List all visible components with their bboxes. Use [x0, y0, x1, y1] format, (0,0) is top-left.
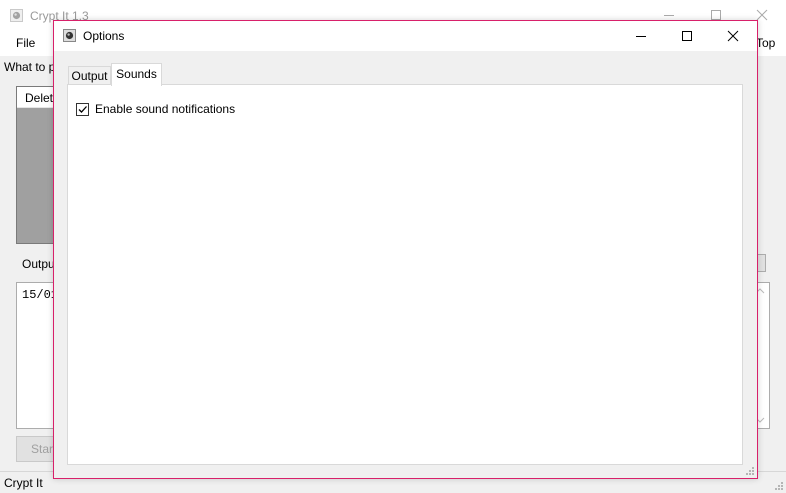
close-icon — [727, 30, 739, 42]
options-maximize-button[interactable] — [664, 21, 710, 51]
main-status-text: Crypt It — [4, 476, 43, 490]
options-title: Options — [83, 29, 125, 43]
tab-output[interactable]: Output — [68, 66, 111, 85]
sounds-tab-panel: Enable sound notifications — [67, 84, 743, 465]
app-icon — [63, 29, 76, 42]
enable-sound-notifications-checkbox[interactable] — [76, 102, 89, 116]
resize-grip-icon[interactable] — [774, 481, 784, 491]
app-icon — [10, 9, 23, 22]
options-titlebar[interactable]: Options — [54, 21, 757, 51]
minimize-icon — [636, 36, 646, 37]
checkmark-icon — [78, 105, 87, 113]
options-close-button[interactable] — [710, 21, 756, 51]
options-minimize-button[interactable] — [618, 21, 664, 51]
tab-sounds[interactable]: Sounds — [111, 63, 162, 86]
enable-sound-notifications-option[interactable]: Enable sound notifications — [76, 101, 235, 117]
maximize-icon — [682, 31, 692, 41]
enable-sound-notifications-label: Enable sound notifications — [95, 102, 236, 116]
resize-grip-icon[interactable] — [745, 466, 755, 476]
options-dialog: Options Output Sounds Enable sound notif… — [53, 20, 758, 479]
main-question-label: What to p — [4, 60, 56, 74]
list-column-header[interactable]: Delete — [17, 87, 60, 108]
menu-top[interactable]: Top — [756, 36, 775, 50]
menu-file[interactable]: File — [16, 36, 35, 50]
